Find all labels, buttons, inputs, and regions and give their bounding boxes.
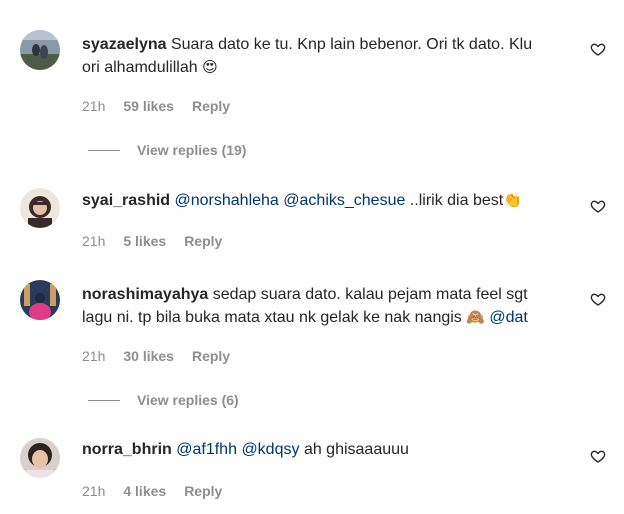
mention-link[interactable]: @norshahleha (175, 192, 279, 209)
reply-button[interactable]: Reply (192, 97, 230, 115)
comment-time[interactable]: 21h (82, 97, 105, 115)
view-replies-label: View replies (6) (137, 392, 239, 408)
comment-time[interactable]: 21h (82, 347, 105, 365)
view-replies-button[interactable]: View replies (6) (88, 391, 239, 409)
reply-button[interactable]: Reply (184, 232, 222, 250)
comment-username[interactable]: syai_rashid (82, 192, 170, 209)
comment-time[interactable]: 21h (82, 482, 105, 500)
comment-likes[interactable]: 5 likes (123, 232, 166, 250)
comment-text-line2: ori alhamdulillah (82, 59, 198, 76)
comment-meta: 21h 30 likes Reply (82, 347, 230, 365)
heart-outline-icon[interactable] (590, 198, 606, 214)
avatar[interactable] (20, 280, 60, 320)
mention-link[interactable]: @achiks_chesue (283, 192, 405, 209)
reply-button[interactable]: Reply (184, 482, 222, 500)
view-replies-label: View replies (19) (137, 142, 247, 158)
comment-meta: 21h 4 likes Reply (82, 482, 222, 500)
comment-text-body: ..lirik dia best (409, 192, 504, 209)
comment-likes[interactable]: 4 likes (123, 482, 166, 500)
comment-username[interactable]: norra_bhrin (82, 441, 172, 458)
view-replies-button[interactable]: View replies (19) (88, 141, 246, 159)
comment-likes[interactable]: 59 likes (123, 97, 174, 115)
comment-time[interactable]: 21h (82, 232, 105, 250)
mention-link[interactable]: @dat (489, 309, 527, 326)
comment-meta: 21h 5 likes Reply (82, 232, 222, 250)
avatar[interactable] (20, 188, 60, 228)
comment-text-body: ah ghisaaauuu (303, 441, 409, 458)
see-no-evil-monkey-emoji: 🙈 (466, 308, 485, 326)
reply-button[interactable]: Reply (192, 347, 230, 365)
comment-text-line1: sedap suara dato. kalau pejam mata feel … (212, 286, 528, 303)
clapping-hands-emoji: 👏 (503, 191, 522, 209)
comment-text: syazaelyna Suara dato ke tu. Knp lain be… (82, 34, 582, 79)
comment-likes[interactable]: 30 likes (123, 347, 174, 365)
comment-text: norra_bhrin @af1fhh @kdqsy ah ghisaaauuu (82, 439, 582, 461)
avatar[interactable] (20, 30, 60, 70)
comment-username[interactable]: syazaelyna (82, 36, 167, 53)
avatar[interactable] (20, 438, 60, 478)
mention-link[interactable]: @kdqsy (241, 441, 299, 458)
heart-outline-icon[interactable] (590, 291, 606, 307)
mention-link[interactable]: @af1fhh (176, 441, 237, 458)
comment-text-line2: lagu ni. tp bila buka mata xtau nk gelak… (82, 309, 462, 326)
comment-text-line1: Suara dato ke tu. Knp lain bebenor. Ori … (170, 36, 533, 53)
divider-line (88, 399, 120, 401)
comment-username[interactable]: norashimayahya (82, 286, 208, 303)
heart-outline-icon[interactable] (590, 448, 606, 464)
divider-line (88, 149, 120, 151)
comment-meta: 21h 59 likes Reply (82, 97, 230, 115)
comment-text: norashimayahya sedap suara dato. kalau p… (82, 284, 582, 329)
heart-eyes-emoji: 😍 (202, 58, 218, 76)
heart-outline-icon[interactable] (590, 41, 606, 57)
comment-text: syai_rashid @norshahleha @achiks_chesue … (82, 189, 582, 212)
